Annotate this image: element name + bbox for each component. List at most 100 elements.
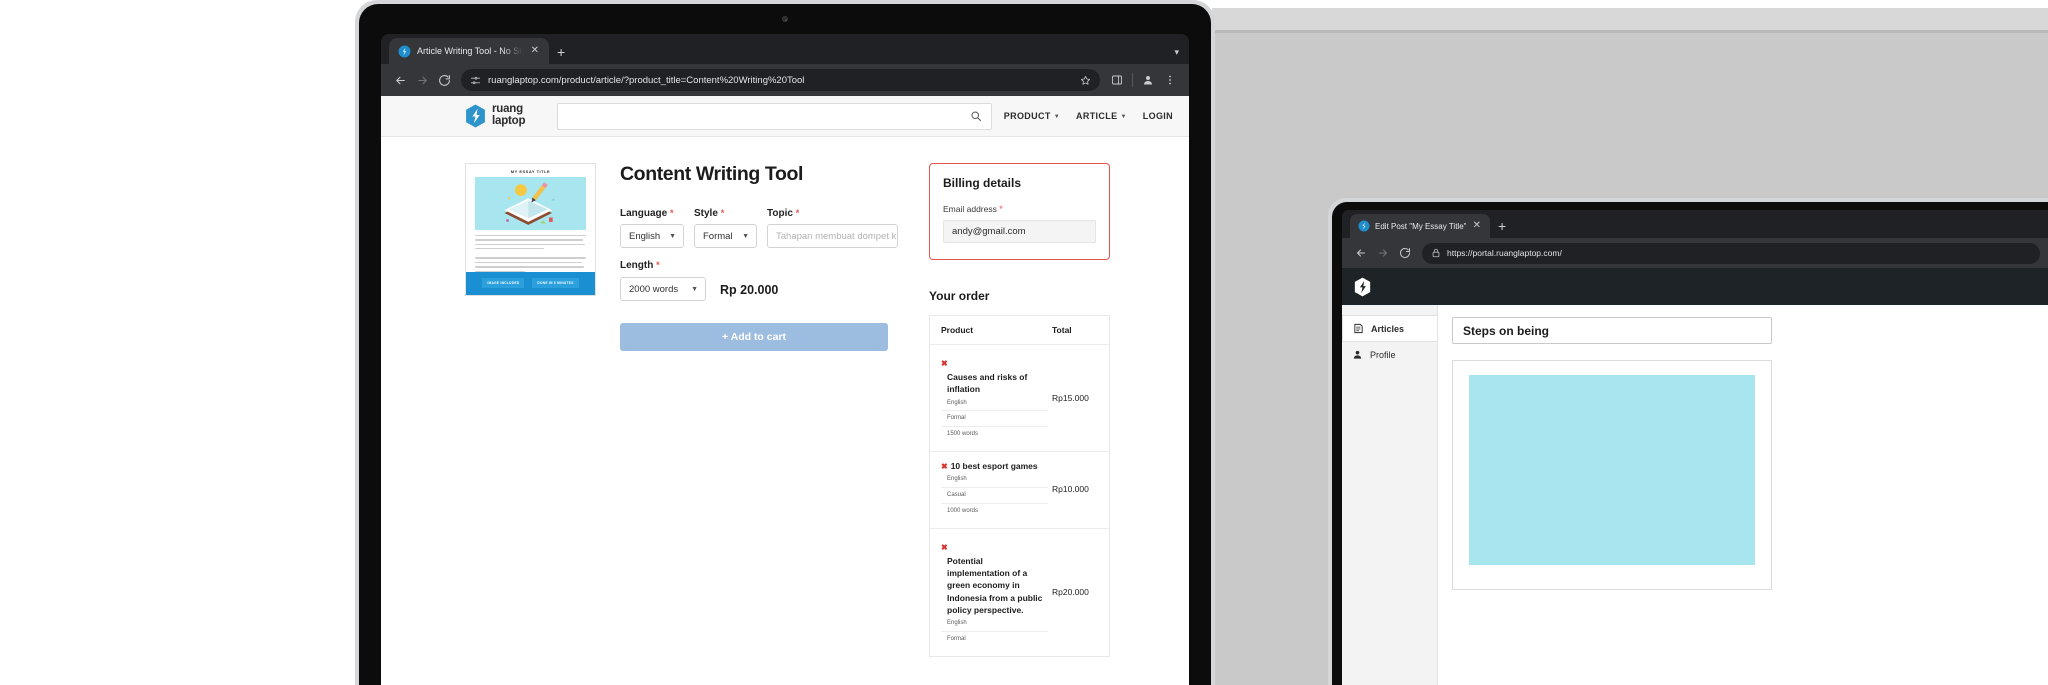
forward-icon[interactable] [1372,242,1394,264]
site-logo[interactable]: ruang laptop [465,104,525,128]
site-settings-tune-icon[interactable] [470,75,481,86]
email-label: Email address * [943,204,1096,214]
order-item-name: Causes and risks of inflation [947,372,1028,395]
search-icon[interactable] [970,110,982,122]
tablet-browser-tab[interactable]: Edit Post "My Essay Title" ✕ [1350,214,1490,238]
side-panel-icon[interactable] [1106,69,1128,91]
back-icon[interactable] [1350,242,1372,264]
preview-badge-1: IMAGE INCLUDED [482,278,525,289]
site-search-box[interactable] [557,102,992,130]
sidebar-label-profile: Profile [1370,349,1396,360]
page-title: Content Writing Tool [620,163,803,185]
search-input[interactable] [567,110,970,122]
table-row: ✖ Potential implementation of a green ec… [930,529,1109,656]
forward-icon[interactable] [411,69,433,91]
field-topic: Topic * Tahapan membuat dompet kul [767,208,898,248]
column-header-total: Total [1052,325,1072,335]
site-header: ruang laptop PRODUCT ▼ ARTICLE ▼ LOGIN [381,96,1189,137]
label-length-text: Length [620,260,654,271]
order-item-meta: Casual [941,488,1048,504]
language-selected-value: English [629,230,661,242]
remove-item-icon[interactable]: ✖ [941,463,948,471]
browser-tab-title: Article Writing Tool - No Sign [417,46,523,56]
chevron-down-icon[interactable]: ▾ [1174,47,1179,58]
chevron-down-icon: ▼ [691,285,698,293]
topic-placeholder: Tahapan membuat dompet kul [776,230,898,242]
post-editor[interactable] [1452,360,1772,590]
user-icon [1353,350,1362,359]
background-device-seam [1212,30,2048,33]
required-marker: * [795,208,800,218]
remove-item-icon[interactable]: ✖ [941,359,948,368]
three-dot-menu-icon[interactable] [1159,69,1181,91]
bookmark-star-icon[interactable] [1080,75,1091,86]
required-marker: * [999,204,1003,214]
web-page: ruang laptop PRODUCT ▼ ARTICLE ▼ LOGIN M… [381,96,1189,685]
new-tab-icon[interactable]: + [557,45,565,59]
reload-icon[interactable] [433,69,455,91]
length-select[interactable]: 2000 words ▼ [620,277,706,301]
table-row: ✖ Causes and risks of inflation English … [930,345,1109,453]
required-marker: * [720,208,725,218]
order-table: Product Total ✖ Causes and risks of infl… [929,315,1110,657]
length-selected-value: 2000 words [629,283,679,295]
required-marker: * [656,260,660,270]
order-item-meta: 1500 words [947,431,979,438]
tablet-address-bar[interactable]: https://portal.ruanglaptop.com/ [1422,242,2040,264]
preview-badge-2: DONE IN 5 MINUTES [532,278,579,289]
language-select[interactable]: English ▼ [620,224,684,248]
laptop-bezel: Article Writing Tool - No Sign ✕ + ▾ rua… [359,4,1211,685]
order-item-meta: 1000 words [947,507,979,514]
topic-input[interactable]: Tahapan membuat dompet kul [767,224,898,248]
site-logo-text: ruang laptop [492,104,525,127]
nav-item-login[interactable]: LOGIN [1143,111,1173,121]
label-topic-text: Topic [767,208,793,219]
order-item-meta: Formal [947,636,966,643]
preview-badges: IMAGE INCLUDED DONE IN 5 MINUTES [466,271,595,295]
form-row-length: 2000 words ▼ Rp 20.000 [620,277,898,301]
order-item-remove-line: ✖ [941,353,1048,371]
post-title-input[interactable]: Steps on being [1452,317,1772,344]
tablet-device: Edit Post "My Essay Title" ✕ + https://p… [1328,198,2048,685]
style-select[interactable]: Formal ▼ [694,224,757,248]
page-content: MY ESSAY TITLE IMAGE INCLUDED DONE IN 5 … [381,137,1189,685]
email-field[interactable]: andy@gmail.com [943,220,1096,243]
toolbar-divider [1132,73,1133,87]
close-icon[interactable]: ✕ [1471,219,1483,233]
nav-item-article[interactable]: ARTICLE ▼ [1076,111,1127,121]
add-to-cart-button[interactable]: + Add to cart [620,323,888,351]
post-hero-image [1469,375,1755,565]
sidebar-item-profile[interactable]: Profile [1342,342,1437,367]
nav-item-product[interactable]: PRODUCT ▼ [1004,111,1060,121]
profile-avatar-icon[interactable] [1137,69,1159,91]
remove-item-icon[interactable]: ✖ [941,543,948,552]
sidebar-item-articles[interactable]: Articles [1342,315,1437,342]
order-item-remove-line: ✖ [941,537,1048,555]
ruanglaptop-logo-icon [1354,277,1371,296]
product-preview-card: MY ESSAY TITLE IMAGE INCLUDED DONE IN 5 … [465,163,596,296]
reload-icon[interactable] [1394,242,1416,264]
site-nav: PRODUCT ▼ ARTICLE ▼ LOGIN [1004,111,1173,121]
label-language-text: Language [620,208,668,219]
order-item-meta: English [941,616,1048,633]
chevron-down-icon: ▼ [1120,114,1127,120]
back-icon[interactable] [389,69,411,91]
nav-label-article: ARTICLE [1076,111,1118,121]
address-bar[interactable]: ruanglaptop.com/product/article/?product… [461,69,1100,91]
nav-label-login: LOGIN [1142,111,1173,121]
background-device-top [1212,8,2048,30]
tablet-tab-title: Edit Post "My Essay Title" [1375,221,1466,231]
order-item-details: ✖ Potential implementation of a green ec… [941,537,1052,647]
logo-line-2: laptop [492,115,526,127]
ruanglaptop-logo-icon [466,104,485,128]
sidebar-label-articles: Articles [1371,323,1405,334]
field-length: Length * [620,260,898,271]
order-column: Billing details Email address * andy@gma… [929,163,1110,657]
book-pencil-illustration-icon [504,182,555,225]
tablet-address-bar-url: https://portal.ruanglaptop.com/ [1447,248,1562,258]
new-tab-icon[interactable]: + [1498,219,1506,233]
ruanglaptop-favicon-icon [1357,220,1370,233]
browser-tab[interactable]: Article Writing Tool - No Sign ✕ [389,38,549,64]
order-item-meta: Formal [941,411,1048,428]
close-icon[interactable]: ✕ [529,44,541,58]
